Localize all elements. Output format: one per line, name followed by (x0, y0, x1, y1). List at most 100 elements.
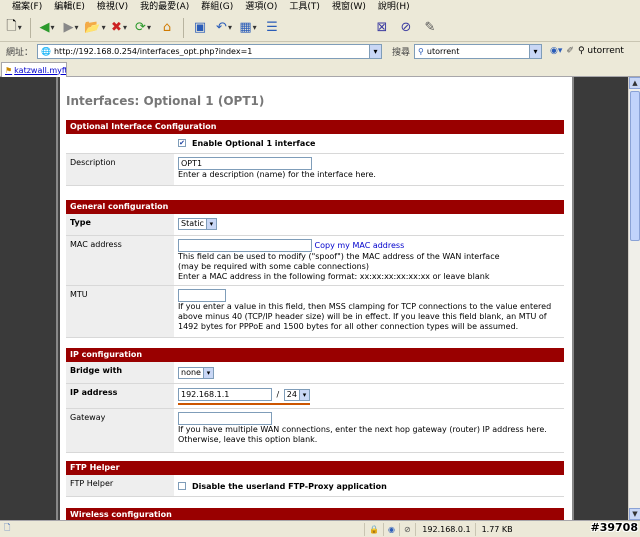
back-icon[interactable]: ◀ (37, 18, 57, 38)
menu-edit[interactable]: 編輯(E) (48, 0, 91, 14)
mtu-label: MTU (66, 286, 174, 337)
menu-options[interactable]: 選項(O) (239, 0, 283, 14)
status-lock-icon: 🔒 (364, 522, 383, 536)
description-value: OPT1 Enter a description (name) for the … (178, 157, 560, 180)
window-icon[interactable]: ▣ (190, 18, 210, 38)
mtu-hint: If you enter a value in this field, then… (178, 302, 552, 331)
tile-icon[interactable]: ▦ (238, 18, 258, 38)
copy-mac-link[interactable]: Copy my MAC address (315, 241, 405, 250)
globe-icon[interactable]: ◉▾ (550, 46, 562, 56)
row-gateway: Gateway If you have multiple WAN connect… (66, 409, 564, 453)
page-left-margin (0, 77, 58, 520)
chevron-down-icon: ▾ (205, 219, 216, 229)
menu-tools[interactable]: 工具(T) (283, 0, 326, 14)
type-label: Type (66, 214, 174, 235)
row-mtu: MTU If you enter a value in this field, … (66, 286, 564, 338)
forward-icon[interactable]: ▶ (61, 18, 81, 38)
ip-address-label: IP address (66, 384, 174, 408)
undo-icon[interactable]: ↶ (214, 18, 234, 38)
search-tools: ◉▾ ✐ ⚲ utorrent (550, 46, 624, 56)
address-url[interactable]: http://192.168.0.254/interfaces_opt.php?… (54, 47, 369, 56)
page-favicon-icon: 🌐 (41, 46, 51, 56)
ip-slash: / (276, 390, 280, 399)
row-enable-empty-label (66, 134, 174, 153)
home-icon[interactable]: ⌂ (157, 18, 177, 38)
highlight-icon[interactable]: ✐ (566, 46, 574, 56)
status-ip: 192.168.0.1 (414, 522, 475, 536)
pen-icon[interactable]: ✎ (420, 18, 440, 38)
row-mac: MAC address Copy my MAC address This fie… (66, 236, 564, 286)
menu-file[interactable]: 檔案(F) (6, 0, 48, 14)
ftp-helper-value: Disable the userland FTP-Proxy applicati… (178, 481, 560, 492)
page-body: Interfaces: Optional 1 (OPT1) Optional I… (60, 77, 572, 520)
gateway-input[interactable] (178, 412, 272, 425)
ftp-proxy-checkbox[interactable] (178, 481, 186, 490)
tab-page[interactable]: ⚑ katzwall.myft... (1, 62, 67, 77)
type-value: Static ▾ (178, 218, 560, 230)
scroll-up-icon[interactable]: ▲ (629, 77, 640, 89)
ip-address-input[interactable]: 192.168.1.1 (178, 388, 272, 401)
section-general-config: General configuration (66, 200, 564, 214)
search-input[interactable]: ⚲ utorrent ▾ (414, 43, 543, 59)
open-folder-icon[interactable]: 📂 (84, 18, 105, 38)
enable-checkbox-label: Enable Optional 1 interface (192, 139, 316, 148)
mtu-value: If you enter a value in this field, then… (178, 289, 560, 332)
bridge-select-value: none (181, 368, 201, 377)
mac-label: MAC address (66, 236, 174, 285)
bridge-value: none ▾ (178, 367, 560, 379)
vertical-scrollbar[interactable]: ▲ ▼ (628, 77, 640, 520)
toolbar: 🗋 ◀ ▶ 📂 ✖ ⟳ ⌂ ▣ ↶ ▦ ☰ ⊠ ⊘ ✎ (0, 14, 640, 42)
stop-icon[interactable]: ✖ (109, 18, 129, 38)
row-enable-value: ✔ Enable Optional 1 interface (178, 138, 560, 149)
search-label: 搜尋 (392, 47, 411, 58)
type-select[interactable]: Static ▾ (178, 218, 217, 230)
tab-strip: ⚑ katzwall.myft... (0, 60, 640, 77)
address-dropdown-icon[interactable]: ▾ (369, 44, 382, 58)
row-enable: ✔ Enable Optional 1 interface (66, 134, 564, 154)
menu-help[interactable]: 說明(H) (372, 0, 416, 14)
row-ip-address: IP address 192.168.1.1 / 24 ▾ (66, 384, 564, 409)
compass-icon[interactable]: ⊘ (396, 18, 416, 38)
refresh-icon[interactable]: ⟳ (133, 18, 153, 38)
mac-hint-3: Enter a MAC address in the following for… (178, 272, 490, 281)
search-engine-icon: ⚲ (418, 46, 424, 56)
ftp-proxy-checkbox-label: Disable the userland FTP-Proxy applicati… (192, 482, 387, 491)
address-bar: 網址： 🌐 http://192.168.0.254/interfaces_op… (0, 42, 640, 60)
scrollbar-thumb[interactable] (630, 91, 640, 241)
mac-value: Copy my MAC address This field can be us… (178, 239, 560, 282)
status-globe-icon: ◉ (382, 522, 399, 536)
scroll-down-icon[interactable]: ▼ (629, 508, 640, 520)
status-block-icon: ⊘ (398, 522, 415, 536)
page-right-margin (572, 77, 628, 520)
mac-input[interactable] (178, 239, 312, 252)
gateway-value: If you have multiple WAN connections, en… (178, 412, 560, 445)
bridge-select[interactable]: none ▾ (178, 367, 214, 379)
description-input[interactable]: OPT1 (178, 157, 312, 170)
search-query[interactable]: utorrent (427, 47, 529, 56)
ip-highlight-underline (178, 403, 310, 405)
status-size: 1.77 KB (474, 522, 517, 536)
section-wireless-config: Wireless configuration (66, 508, 564, 520)
address-input[interactable]: 🌐 http://192.168.0.254/interfaces_opt.ph… (37, 43, 383, 59)
mac-hint-1: This field can be used to modify ("spoof… (178, 252, 500, 261)
subnet-mask-select[interactable]: 24 ▾ (283, 388, 310, 401)
menu-groups[interactable]: 群組(G) (195, 0, 239, 14)
search-button[interactable]: ⚲ utorrent (578, 46, 624, 56)
search-dropdown-icon[interactable]: ▾ (529, 44, 542, 58)
menu-view[interactable]: 檢視(V) (91, 0, 134, 14)
menu-favorites[interactable]: 我的最愛(A) (134, 0, 195, 14)
menu-window[interactable]: 視窗(W) (326, 0, 372, 14)
tab-favicon-icon: ⚑ (5, 65, 13, 75)
row-type: Type Static ▾ (66, 214, 564, 236)
popup-block-icon[interactable]: ⊠ (372, 18, 392, 38)
section-ftp-helper: FTP Helper (66, 461, 564, 475)
page-title: Interfaces: Optional 1 (OPT1) (66, 94, 265, 108)
enable-checkbox[interactable]: ✔ (178, 138, 186, 147)
image-id-badge: #39708 (590, 521, 639, 534)
row-description: Description OPT1 Enter a description (na… (66, 154, 564, 186)
toolbar-separator (30, 17, 31, 38)
list-icon[interactable]: ☰ (262, 18, 282, 38)
new-page-icon[interactable]: 🗋 (4, 18, 24, 38)
ftp-helper-label: FTP Helper (66, 475, 174, 496)
mtu-input[interactable] (178, 289, 226, 302)
